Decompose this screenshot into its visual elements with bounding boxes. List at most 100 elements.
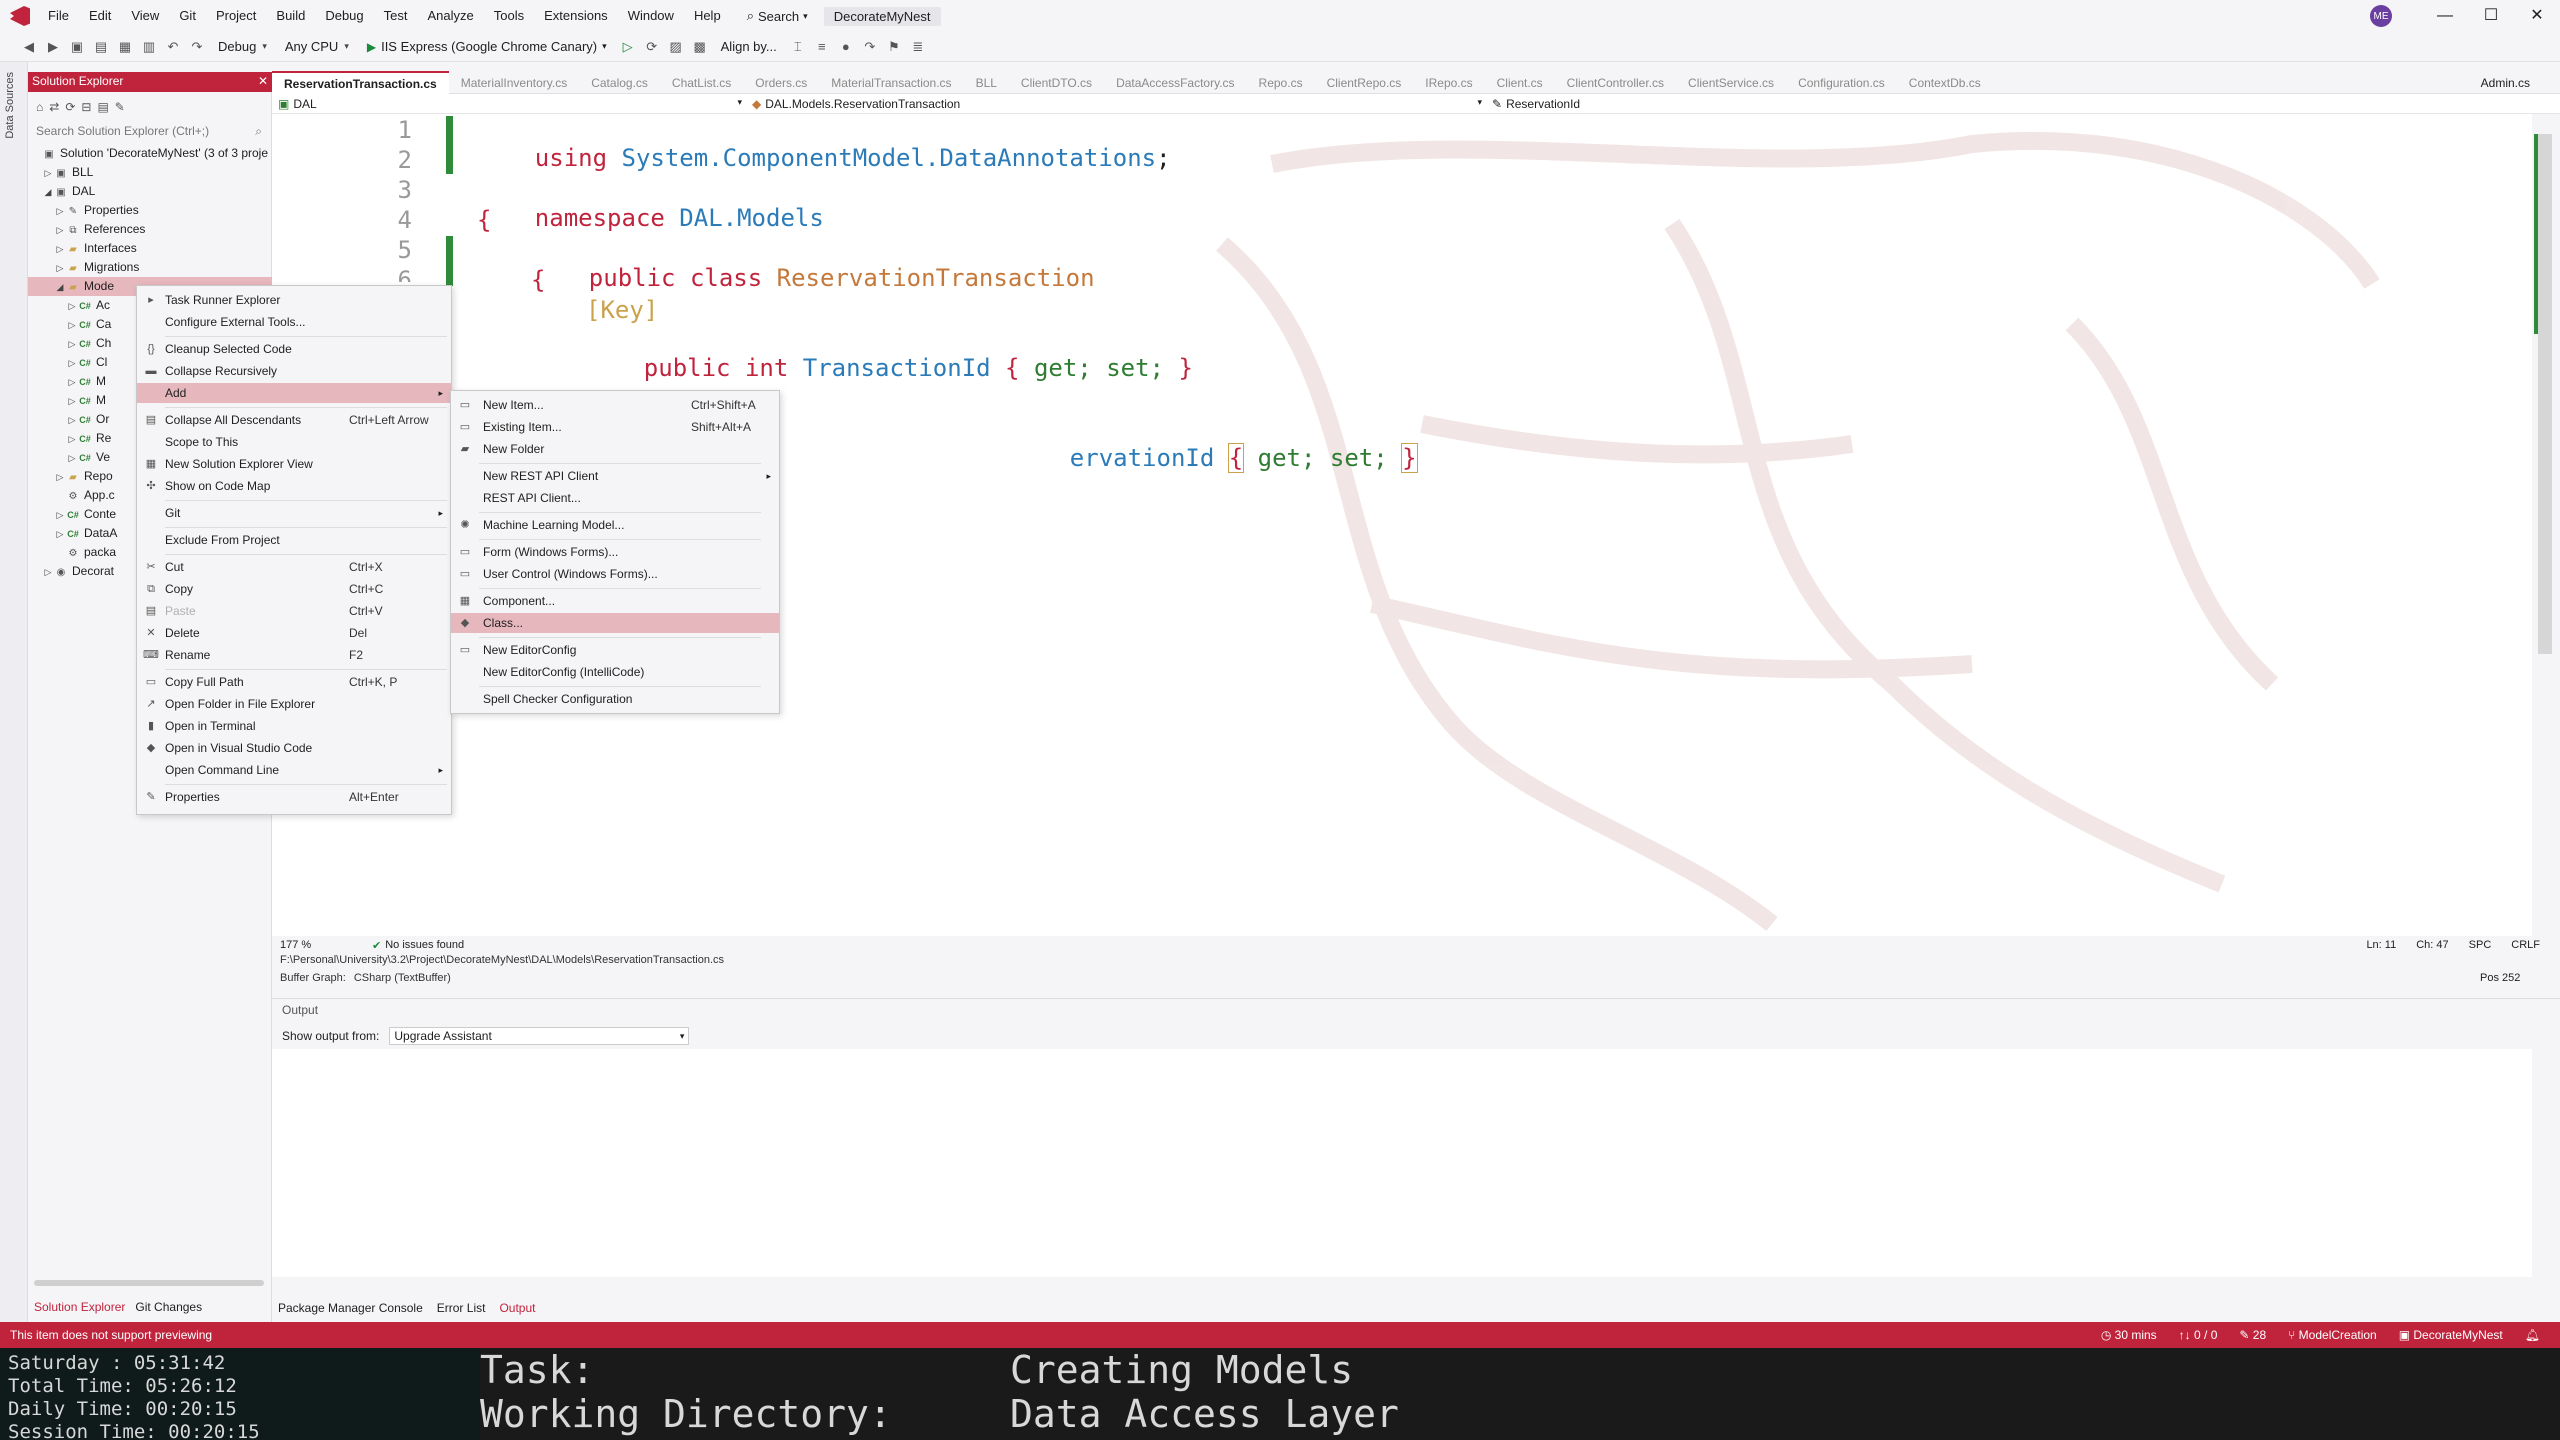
menu-item-git[interactable]: Git ▸ — [137, 503, 451, 523]
type-dropdown[interactable]: ◆ DAL.Models.ReservationTransaction ▾ — [742, 97, 1482, 111]
tab-bll[interactable]: BLL — [964, 72, 1009, 94]
tree-item[interactable]: ▷ ✎ Properties — [28, 201, 272, 220]
collapsed-arrow-icon[interactable]: ▷ — [54, 202, 66, 221]
menu-item-new-rest-api-client[interactable]: New REST API Client ▸ — [451, 466, 779, 486]
collapsed-arrow-icon[interactable]: ▷ — [66, 335, 78, 354]
forward-icon[interactable]: ▶ — [44, 38, 62, 56]
show-all-files-icon[interactable]: ▤ — [97, 100, 108, 114]
menu-item-collapse-recursively[interactable]: ▬ Collapse Recursively — [137, 361, 451, 381]
collapsed-arrow-icon[interactable]: ▷ — [42, 563, 54, 582]
save-all-icon[interactable]: ▥ — [140, 38, 158, 56]
menu-item-user-control-windows-forms[interactable]: ▭ User Control (Windows Forms)... — [451, 564, 779, 584]
menu-build[interactable]: Build — [266, 0, 315, 32]
properties-icon[interactable]: ✎ — [115, 100, 125, 114]
visual-studio-logo-icon[interactable] — [10, 6, 30, 26]
menu-item-spell-checker-configuration[interactable]: Spell Checker Configuration — [451, 689, 779, 709]
menu-debug[interactable]: Debug — [315, 0, 373, 32]
menu-project[interactable]: Project — [206, 0, 266, 32]
menu-item-exclude-from-project[interactable]: Exclude From Project — [137, 530, 451, 550]
avatar[interactable]: ME — [2370, 5, 2392, 27]
menu-test[interactable]: Test — [374, 0, 418, 32]
menu-item-collapse-all-descendants[interactable]: ▤ Collapse All Descendants Ctrl+Left Arrow — [137, 410, 451, 430]
refresh-icon[interactable]: ⟳ — [65, 100, 75, 114]
menu-item-class[interactable]: ◆ Class... — [451, 613, 779, 633]
tab-materialtransaction-cs[interactable]: MaterialTransaction.cs — [819, 72, 963, 94]
layout-icon[interactable]: ▩ — [691, 38, 709, 56]
output-text-area[interactable] — [272, 1049, 2532, 1277]
project-dropdown[interactable]: ▣ DAL ▾ — [272, 97, 742, 111]
menu-tools[interactable]: Tools — [484, 0, 534, 32]
data-sources-tab[interactable]: Data Sources — [4, 72, 16, 139]
sync-status[interactable]: ↑↓ 0 / 0 — [2179, 1328, 2218, 1342]
align-by-button[interactable]: Align by... — [715, 36, 783, 58]
refresh-icon[interactable]: ⟳ — [643, 38, 661, 56]
run-button[interactable]: ▶ IIS Express (Google Chrome Canary) ▾ — [361, 39, 613, 54]
line-ending-indicator[interactable]: CRLF — [2511, 939, 2540, 951]
menu-item-open-in-visual-studio-code[interactable]: ◆ Open in Visual Studio Code — [137, 738, 451, 758]
menu-item-existing-item[interactable]: ▭ Existing Item... Shift+Alt+A — [451, 417, 779, 437]
collapsed-arrow-icon[interactable]: ▷ — [66, 297, 78, 316]
configuration-select[interactable]: Debug ▾ — [212, 36, 273, 58]
comment-icon[interactable]: ≣ — [909, 38, 927, 56]
tab-contextdb-cs[interactable]: ContextDb.cs — [1897, 72, 1993, 94]
tab-irepo-cs[interactable]: IRepo.cs — [1413, 72, 1484, 94]
tab-pinned[interactable]: Admin.cs — [2481, 72, 2530, 94]
collapsed-arrow-icon[interactable]: ▷ — [54, 221, 66, 240]
sync-icon[interactable]: ⇄ — [49, 100, 59, 114]
tree-item[interactable]: ◢ ▣ DAL — [28, 182, 272, 201]
undo-icon[interactable]: ↶ — [164, 38, 182, 56]
scroll-thumb[interactable] — [2538, 134, 2552, 654]
redo-icon[interactable]: ↷ — [188, 38, 206, 56]
tab-clientdto-cs[interactable]: ClientDTO.cs — [1009, 72, 1104, 94]
open-icon[interactable]: ▤ — [92, 38, 110, 56]
align-icon[interactable]: ≡ — [813, 38, 831, 56]
menu-item-component[interactable]: ▦ Component... — [451, 591, 779, 611]
solution-explorer-search[interactable]: Search Solution Explorer (Ctrl+;) ⌕ — [32, 122, 266, 142]
menu-item-delete[interactable]: ✕ Delete Del — [137, 623, 451, 643]
collapsed-arrow-icon[interactable]: ▷ — [54, 506, 66, 525]
menu-item-new-editorconfig-intellicode[interactable]: New EditorConfig (IntelliCode) — [451, 662, 779, 682]
menu-git[interactable]: Git — [169, 0, 206, 32]
tree-item[interactable]: ▷ ⧉ References — [28, 220, 272, 239]
breakpoint-icon[interactable]: ● — [837, 38, 855, 56]
start-without-debugging-icon[interactable]: ▷ — [619, 38, 637, 56]
menu-item-rename[interactable]: ⌨ Rename F2 — [137, 645, 451, 665]
menu-help[interactable]: Help — [684, 0, 731, 32]
tab-clientcontroller-cs[interactable]: ClientController.cs — [1555, 72, 1676, 94]
collapsed-arrow-icon[interactable]: ▷ — [66, 354, 78, 373]
menu-item-task-runner-explorer[interactable]: ▸ Task Runner Explorer — [137, 290, 451, 310]
tab-output[interactable]: Output — [499, 1301, 535, 1315]
close-button[interactable]: ✕ — [2514, 0, 2560, 32]
branch-selector[interactable]: ⑂ ModelCreation — [2288, 1328, 2377, 1342]
new-project-icon[interactable]: ▣ — [68, 38, 86, 56]
notifications-icon[interactable]: 🔔︎ — [2525, 1328, 2540, 1342]
time-tracker[interactable]: ◷ 30 mins — [2101, 1328, 2157, 1342]
minimize-button[interactable]: — — [2422, 0, 2468, 32]
tab-clientservice-cs[interactable]: ClientService.cs — [1676, 72, 1786, 94]
tab-package-manager-console[interactable]: Package Manager Console — [278, 1301, 423, 1315]
maximize-button[interactable]: ☐ — [2468, 0, 2514, 32]
search-box[interactable]: ⌕ Search ▾ — [739, 8, 816, 24]
tab-repo-cs[interactable]: Repo.cs — [1247, 72, 1315, 94]
collapsed-arrow-icon[interactable]: ▷ — [66, 411, 78, 430]
menu-edit[interactable]: Edit — [79, 0, 121, 32]
tab-catalog-cs[interactable]: Catalog.cs — [579, 72, 660, 94]
menu-item-paste[interactable]: ▤ Paste Ctrl+V — [137, 601, 451, 621]
tab-configuration-cs[interactable]: Configuration.cs — [1786, 72, 1897, 94]
collapsed-arrow-icon[interactable]: ▷ — [66, 392, 78, 411]
vertical-scrollbar[interactable] — [2532, 114, 2560, 936]
tab-client-cs[interactable]: Client.cs — [1485, 72, 1555, 94]
tab-chatlist-cs[interactable]: ChatList.cs — [660, 72, 743, 94]
tree-item[interactable]: ▷ ▣ BLL — [28, 163, 272, 182]
menu-item-copy[interactable]: ⧉ Copy Ctrl+C — [137, 579, 451, 599]
tab-orders-cs[interactable]: Orders.cs — [743, 72, 819, 94]
back-icon[interactable]: ◀ — [20, 38, 38, 56]
bookmark-icon[interactable]: ⚑ — [885, 38, 903, 56]
menu-item-configure-external-tools[interactable]: Configure External Tools... — [137, 312, 451, 332]
step-icon[interactable]: ↷ — [861, 38, 879, 56]
close-icon[interactable]: ✕ — [258, 74, 268, 90]
menu-item-add[interactable]: Add ▸ — [137, 383, 451, 403]
tab-git-changes[interactable]: Git Changes — [135, 1300, 202, 1320]
menu-item-cut[interactable]: ✂ Cut Ctrl+X — [137, 557, 451, 577]
menu-item-open-in-terminal[interactable]: ▮ Open in Terminal — [137, 716, 451, 736]
